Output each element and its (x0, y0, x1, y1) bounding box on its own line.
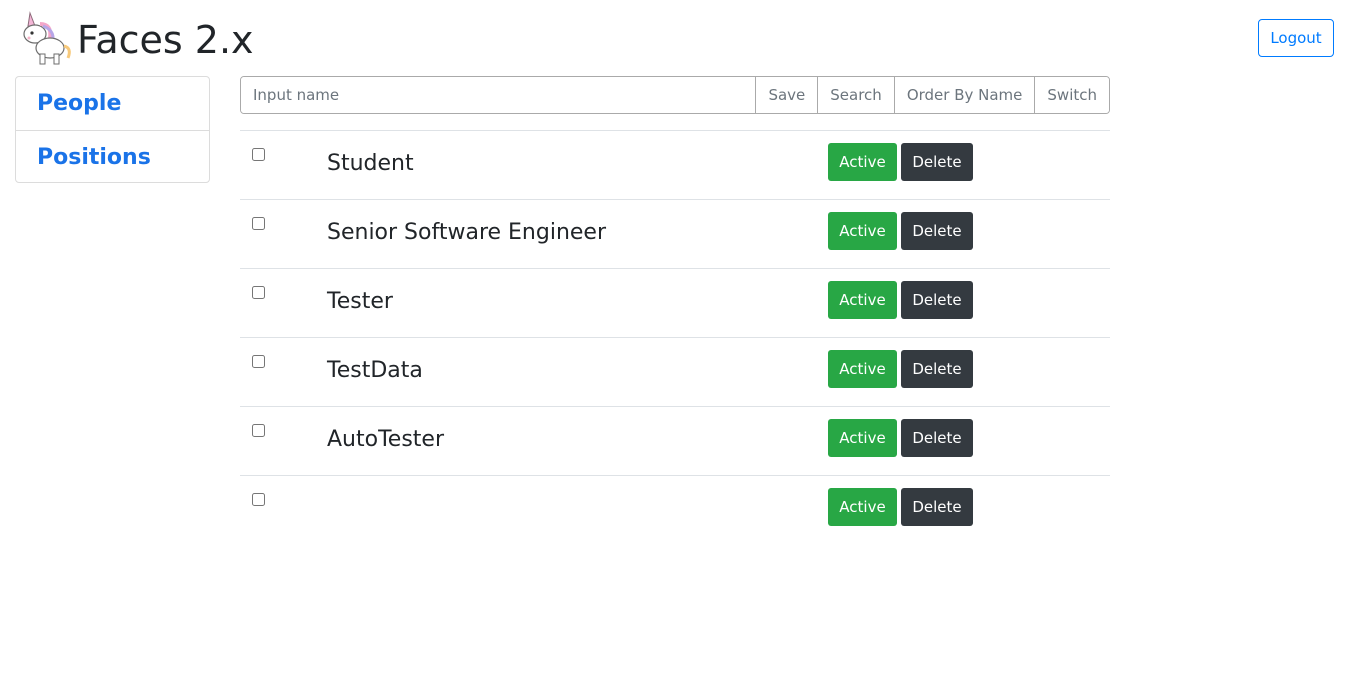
position-name: TestData (327, 358, 423, 383)
delete-button[interactable]: Delete (901, 350, 973, 388)
unicorn-icon (23, 11, 71, 65)
list-item: TestData Active Delete (240, 337, 1110, 406)
position-name: AutoTester (327, 427, 444, 452)
search-button[interactable]: Search (817, 77, 894, 113)
active-button[interactable]: Active (828, 419, 897, 457)
position-name: Senior Software Engineer (327, 220, 607, 245)
list-item: Senior Software Engineer Active Delete (240, 199, 1110, 268)
active-button[interactable]: Active (828, 212, 897, 250)
header: Faces 2.x Logout (0, 0, 1350, 72)
delete-button[interactable]: Delete (901, 143, 973, 181)
toolbar: Save Search Order By Name Switch (240, 76, 1110, 114)
list-item: Tester Active Delete (240, 268, 1110, 337)
row-checkbox[interactable] (252, 424, 265, 437)
switch-button[interactable]: Switch (1034, 77, 1109, 113)
active-button[interactable]: Active (828, 281, 897, 319)
row-checkbox[interactable] (252, 148, 265, 161)
sidebar-nav: People Positions (15, 76, 210, 183)
list-item: Active Delete (240, 475, 1110, 544)
list-item: Student Active Delete (240, 130, 1110, 199)
active-button[interactable]: Active (828, 143, 897, 181)
delete-button[interactable]: Delete (901, 419, 973, 457)
name-input[interactable] (241, 77, 756, 113)
save-button[interactable]: Save (755, 77, 818, 113)
positions-list: Student Active Delete Senior Software En… (240, 130, 1110, 544)
position-name: Student (327, 151, 414, 176)
delete-button[interactable]: Delete (901, 281, 973, 319)
position-name: Tester (327, 289, 393, 314)
delete-button[interactable]: Delete (901, 488, 973, 526)
active-button[interactable]: Active (828, 488, 897, 526)
row-checkbox[interactable] (252, 286, 265, 299)
row-checkbox[interactable] (252, 493, 265, 506)
row-checkbox[interactable] (252, 355, 265, 368)
app-title: Faces 2.x (77, 18, 254, 62)
list-item: AutoTester Active Delete (240, 406, 1110, 475)
sidebar-item-people[interactable]: People (16, 77, 209, 130)
active-button[interactable]: Active (828, 350, 897, 388)
delete-button[interactable]: Delete (901, 212, 973, 250)
logout-button[interactable]: Logout (1258, 19, 1334, 57)
row-checkbox[interactable] (252, 217, 265, 230)
sidebar-item-positions[interactable]: Positions (16, 130, 209, 183)
order-by-name-button[interactable]: Order By Name (893, 77, 1035, 113)
